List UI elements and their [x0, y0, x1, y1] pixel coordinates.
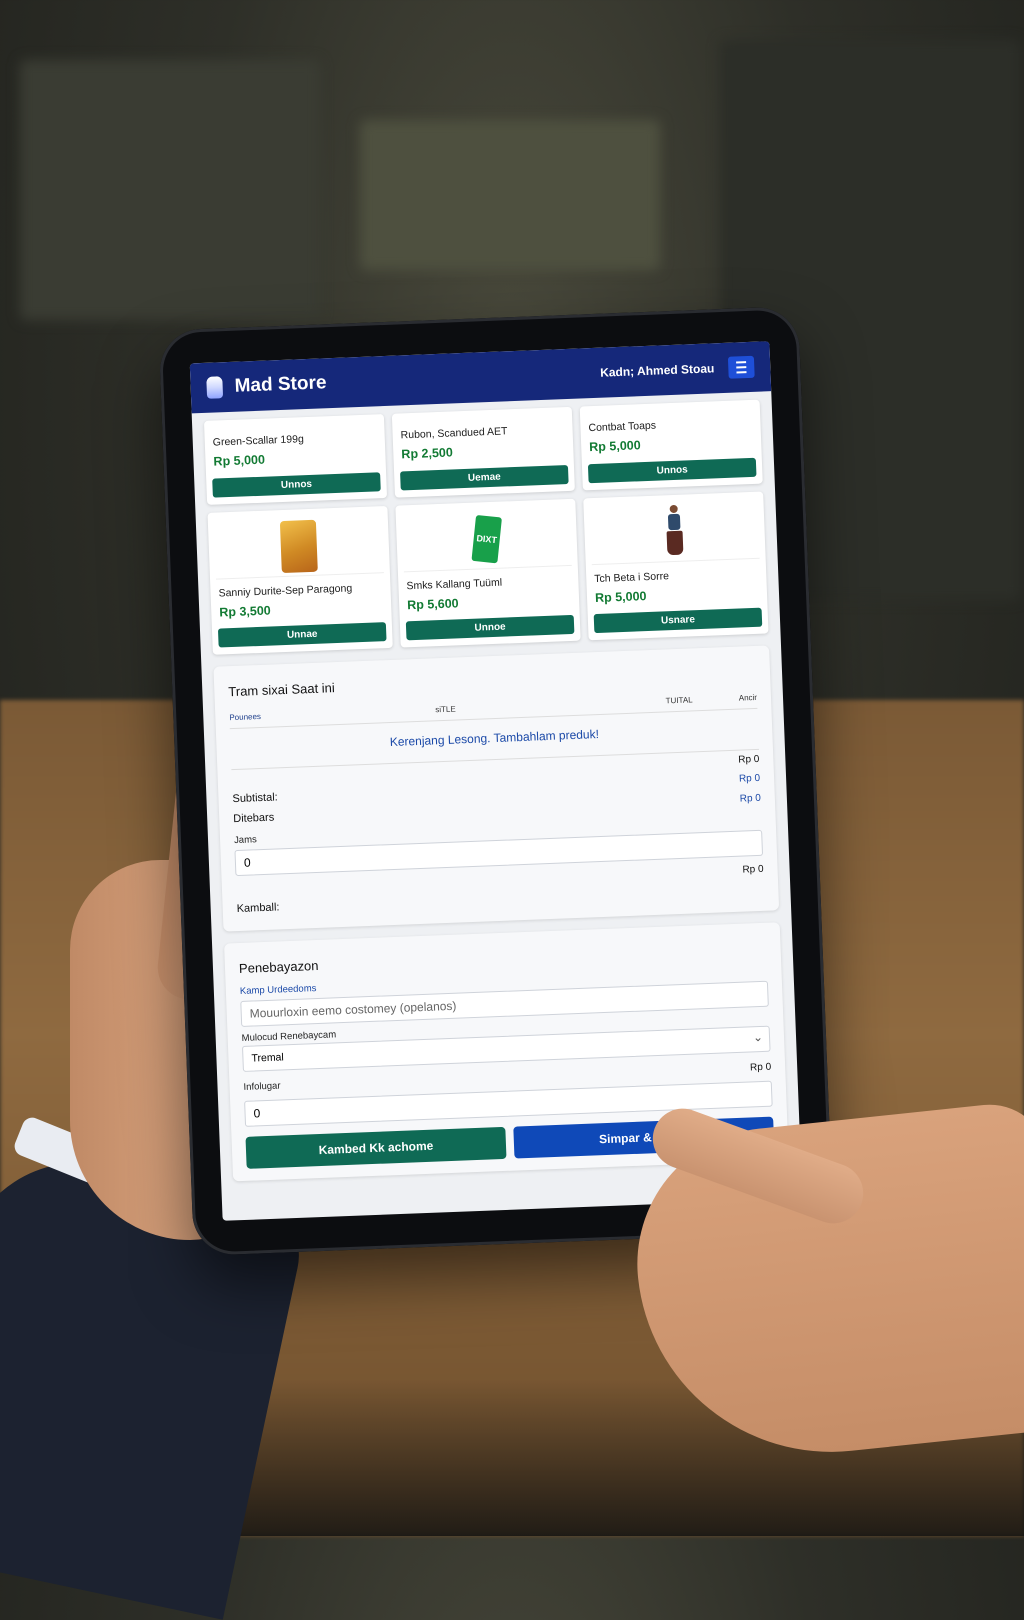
subtotal-value: Rp 0 — [738, 772, 761, 785]
product-price: Rp 5,000 — [213, 452, 266, 469]
product-name: Tch Beta i Sorre — [594, 570, 670, 586]
product-image-frame — [589, 499, 760, 566]
cashier-name: Kadn; Ahmed Stoau — [599, 361, 715, 380]
background-shelf — [360, 120, 660, 270]
tablet-device: Mad Store Kadn; Ahmed Stoau Green-Scalla… — [158, 306, 834, 1256]
product-card[interactable]: Green-Scallar 199g Rp 5,000 Unnos — [203, 414, 388, 505]
add-to-cart-button[interactable]: Uemae — [400, 465, 569, 491]
add-to-cart-button[interactable]: Unnos — [212, 472, 381, 498]
product-price: Rp 5,600 — [406, 596, 459, 613]
subtotal-label: Subtistal: — [232, 791, 278, 806]
column-header: siTLE — [435, 704, 456, 715]
column-header: Ancir — [738, 692, 758, 703]
product-price: Rp 2,500 — [401, 445, 454, 462]
change-label: Kamball: — [236, 901, 280, 916]
store-logo-icon — [206, 376, 224, 399]
figure-image — [666, 504, 684, 560]
add-to-cart-button[interactable]: Unnoe — [405, 614, 575, 641]
add-to-cart-button[interactable]: Unnos — [587, 457, 757, 484]
product-image-frame: DIXT — [401, 506, 572, 573]
column-header: Pounees — [229, 711, 262, 723]
add-to-cart-button[interactable]: Unnae — [217, 622, 387, 648]
discount-label: Ditebars — [233, 811, 275, 826]
product-image-frame — [213, 514, 384, 580]
product-price: Rp 5,000 — [588, 438, 641, 455]
chevron-down-icon: ⌄ — [752, 1029, 764, 1045]
product-card[interactable]: Sanniy Durite-Sep Paragong Rp 3,500 Unna… — [207, 505, 393, 655]
main-content: Green-Scallar 199g Rp 5,000 Unnos Rubon,… — [192, 391, 801, 1190]
column-header: TUITAL — [665, 695, 693, 706]
discount-value: Rp 0 — [739, 792, 762, 805]
product-card[interactable]: DIXT Smks Kallang Tuüml Rp 5,600 Unnoe — [395, 498, 581, 648]
background-shelf — [20, 60, 320, 320]
product-name: Green-Scallar 199g — [212, 433, 305, 449]
product-grid: Green-Scallar 199g Rp 5,000 Unnos Rubon,… — [203, 399, 769, 655]
product-card[interactable]: Rubon, Scandued AET Rp 2,500 Uemae — [391, 406, 575, 498]
product-name: Sanniy Durite-Sep Paragong — [218, 582, 353, 600]
cancel-button[interactable]: Kambed Kk achome — [245, 1126, 507, 1169]
product-card[interactable]: Tch Beta i Sorre Rp 5,000 Usnare — [583, 491, 769, 641]
current-transaction-panel: Tram sixai Saat ini Pounees siTLE TUITAL… — [213, 645, 780, 932]
green-card-image: DIXT — [471, 514, 502, 564]
hamburger-menu-icon[interactable] — [727, 355, 755, 379]
paid-amount: Rp 0 — [749, 1061, 772, 1074]
change-value: Rp 0 — [742, 863, 764, 876]
tablet-screen: Mad Store Kadn; Ahmed Stoau Green-Scalla… — [189, 341, 803, 1221]
product-price: Rp 5,000 — [594, 589, 647, 606]
product-name: Smks Kallang Tuüml — [406, 576, 503, 593]
product-card[interactable]: Contbat Toaps Rp 5,000 Unnos — [579, 399, 763, 491]
product-price: Rp 3,500 — [219, 603, 271, 620]
product-name: Rubon, Scandued AET — [400, 425, 508, 442]
paid-label: Infolugar — [243, 1080, 281, 1093]
app-title: Mad Store — [234, 372, 327, 397]
payment-method-value: Tremal — [251, 1051, 284, 1065]
add-to-cart-button[interactable]: Usnare — [593, 607, 763, 634]
total-value: Rp 0 — [738, 753, 760, 766]
product-name: Contbat Toaps — [588, 419, 657, 435]
snack-bag-image — [279, 519, 318, 574]
